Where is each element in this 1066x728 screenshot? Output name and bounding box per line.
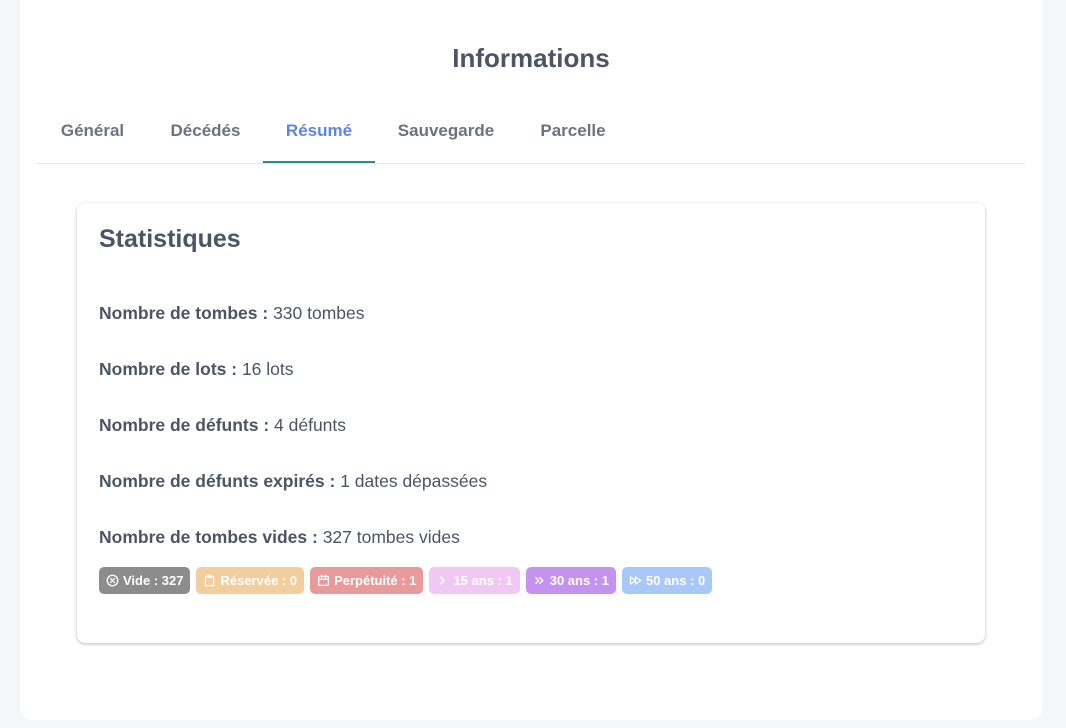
- page-title: Informations: [452, 43, 610, 73]
- stat-lots: Nombre de lots : 16 lots: [99, 359, 294, 380]
- tab-sauvegarde[interactable]: Sauvegarde: [375, 101, 517, 163]
- tab-general[interactable]: Général: [37, 101, 148, 163]
- badge-reservee[interactable]: Réservée : 0: [196, 567, 305, 594]
- badge-label: Vide : 327: [123, 573, 184, 588]
- stat-defunts: Nombre de défunts : 4 défunts: [99, 415, 346, 436]
- stat-label: Nombre de tombes :: [99, 303, 269, 323]
- card-title: Statistiques: [99, 225, 241, 253]
- stat-tombes: Nombre de tombes : 330 tombes: [99, 303, 365, 324]
- statistics-card: Statistiques Nombre de tombes : 330 tomb…: [77, 203, 985, 643]
- badge-label: 30 ans : 1: [549, 573, 609, 588]
- stat-label: Nombre de défunts expirés :: [99, 471, 336, 491]
- circle-x-icon: [106, 574, 119, 587]
- badge-label: Perpétuité : 1: [334, 573, 417, 588]
- tab-resume[interactable]: Résumé: [263, 101, 375, 163]
- stat-label: Nombre de tombes vides :: [99, 527, 318, 547]
- badge-label: Réservée : 0: [220, 573, 298, 588]
- tab-decedes[interactable]: Décédés: [148, 101, 263, 163]
- chevron-right-icon: [436, 574, 449, 587]
- stat-defunts-expires: Nombre de défunts expirés : 1 dates dépa…: [99, 471, 487, 492]
- stat-value: 330 tombes: [273, 303, 365, 323]
- stat-value: 4 défunts: [274, 415, 347, 435]
- badge-50-ans[interactable]: 50 ans : 0: [621, 567, 713, 594]
- stat-value: 16 lots: [241, 359, 294, 379]
- informations-panel: Informations Général Décédés Résumé Sauv…: [20, 0, 1042, 720]
- tab-bar: Général Décédés Résumé Sauvegarde Parcel…: [37, 101, 1025, 164]
- badge-vide[interactable]: Vide : 327: [99, 567, 191, 594]
- calendar-icon: [317, 574, 330, 587]
- clipboard-icon: [203, 574, 216, 587]
- fast-forward-icon: [629, 574, 642, 587]
- badge-perpetuite[interactable]: Perpétuité : 1: [310, 567, 424, 594]
- stat-tombes-vides: Nombre de tombes vides : 327 tombes vide…: [99, 527, 460, 548]
- status-badges: Vide : 327 Réservée : 0 Perpétuité : 1 1…: [99, 567, 713, 594]
- stat-label: Nombre de défunts :: [99, 415, 270, 435]
- stat-value: 1 dates dépassées: [340, 471, 488, 491]
- tab-parcelle[interactable]: Parcelle: [517, 101, 629, 163]
- stat-value: 327 tombes vides: [322, 527, 460, 547]
- badge-label: 15 ans : 1: [453, 573, 513, 588]
- double-chevron-right-icon: [533, 574, 546, 587]
- badge-30-ans[interactable]: 30 ans : 1: [525, 567, 616, 594]
- badge-15-ans[interactable]: 15 ans : 1: [429, 567, 520, 594]
- badge-label: 50 ans : 0: [645, 573, 706, 588]
- stat-label: Nombre de lots :: [99, 359, 238, 379]
